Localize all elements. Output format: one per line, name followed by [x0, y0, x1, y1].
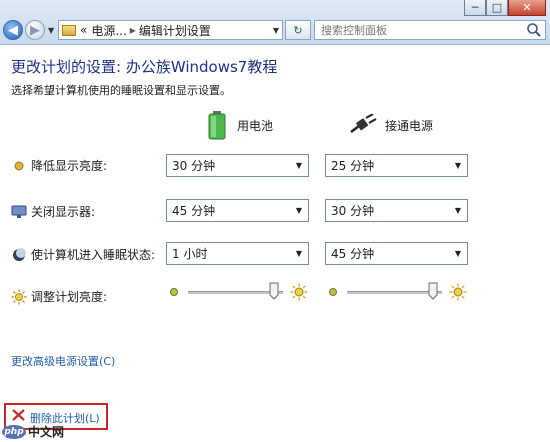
page-subtitle: 选择希望计算机使用的睡眠设置和显示设置。 — [11, 84, 231, 97]
dim-sun-icon — [329, 288, 337, 296]
address-bar[interactable]: « 电源... ▸ 编辑计划设置 ▼ — [58, 20, 283, 40]
dim-display-setting-label: 降低显示亮度: — [11, 157, 107, 174]
dim-display-label: 降低显示亮度: — [31, 159, 108, 173]
back-button[interactable]: ◀ — [3, 20, 23, 40]
delete-icon[interactable] — [11, 408, 27, 422]
dim-brightness-icon — [11, 158, 27, 174]
close-button[interactable]: ✕ — [508, 0, 546, 16]
battery-icon — [208, 111, 226, 140]
battery-column-header: 用电池 — [206, 110, 273, 140]
sleep-moon-icon — [11, 247, 27, 263]
chevron-down-icon: ▼ — [454, 249, 462, 258]
monitor-off-icon — [11, 204, 27, 220]
control-panel-icon — [62, 24, 76, 36]
turn-off-display-plugged-select[interactable]: 30 分钟 ▼ — [325, 199, 468, 222]
turn-off-display-battery-value: 45 分钟 — [172, 204, 216, 218]
advanced-power-settings-link[interactable]: 更改高级电源设置(C) — [11, 353, 115, 369]
breadcrumb-prefix[interactable]: « — [80, 23, 87, 37]
turn-off-display-battery-select[interactable]: 45 分钟 ▼ — [166, 199, 309, 222]
chevron-down-icon: ▼ — [295, 249, 303, 258]
plugged-brightness-slider[interactable] — [327, 282, 477, 302]
arrow-left-icon: ◀ — [8, 22, 18, 38]
sleep-battery-select[interactable]: 1 小时 ▼ — [166, 242, 309, 265]
chevron-down-icon: ▼ — [454, 161, 462, 170]
page-title: 更改计划的设置: 办公族Windows7教程 — [11, 58, 278, 76]
brightness-label: 调整计划亮度: — [31, 290, 108, 304]
search-box[interactable] — [314, 20, 546, 40]
search-icon[interactable] — [526, 22, 542, 38]
breadcrumb-separator[interactable]: ▸ — [130, 23, 136, 37]
dim-sun-icon — [170, 288, 178, 296]
refresh-button[interactable]: ↻ — [285, 20, 311, 40]
sleep-setting-label: 使计算机进入睡眠状态: — [11, 246, 155, 263]
navigation-bar: ─ □ ✕ ◀ ▶ ▼ « 电源... ▸ 编辑计划设置 ▼ ↻ — [0, 0, 550, 45]
bright-sun-icon — [290, 283, 308, 301]
battery-brightness-slider[interactable] — [168, 282, 318, 302]
dim-display-battery-value: 30 分钟 — [172, 159, 216, 173]
watermark: php 中文网 — [2, 423, 64, 440]
maximize-button[interactable]: □ — [486, 0, 508, 16]
plugged-column-label: 接通电源 — [385, 118, 434, 133]
turn-off-display-setting-label: 关闭显示器: — [11, 203, 95, 220]
sleep-plugged-select[interactable]: 45 分钟 ▼ — [325, 242, 468, 265]
watermark-text: 中文网 — [28, 425, 65, 439]
php-logo: php — [2, 424, 26, 439]
brightness-setting-label: 调整计划亮度: — [11, 288, 107, 305]
address-dropdown-icon[interactable]: ▼ — [273, 26, 279, 35]
battery-column-label: 用电池 — [237, 118, 274, 133]
breadcrumb-current[interactable]: 编辑计划设置 — [139, 22, 211, 39]
arrow-right-icon: ▶ — [30, 22, 40, 38]
sleep-plugged-value: 45 分钟 — [331, 247, 375, 261]
chevron-down-icon: ▼ — [454, 206, 462, 215]
turn-off-display-plugged-value: 30 分钟 — [331, 204, 375, 218]
sleep-label: 使计算机进入睡眠状态: — [31, 248, 156, 262]
sleep-battery-value: 1 小时 — [172, 247, 208, 261]
minimize-button[interactable]: ─ — [464, 0, 486, 16]
dim-display-plugged-value: 25 分钟 — [331, 159, 375, 173]
turn-off-display-label: 关闭显示器: — [31, 205, 96, 219]
dim-display-battery-select[interactable]: 30 分钟 ▼ — [166, 154, 309, 177]
forward-button[interactable]: ▶ — [25, 20, 45, 40]
sun-icon — [11, 289, 27, 305]
chevron-down-icon: ▼ — [295, 161, 303, 170]
window-controls: ─ □ ✕ — [464, 0, 546, 16]
slider-thumb[interactable] — [269, 282, 279, 300]
chevron-down-icon: ▼ — [295, 206, 303, 215]
recent-pages-dropdown[interactable]: ▼ — [48, 26, 54, 35]
dim-display-plugged-select[interactable]: 25 分钟 ▼ — [325, 154, 468, 177]
search-input[interactable] — [315, 22, 526, 38]
power-plug-icon — [350, 114, 377, 133]
plugged-column-header: 接通电源 — [349, 110, 433, 140]
refresh-icon: ↻ — [293, 23, 303, 37]
slider-thumb[interactable] — [428, 282, 438, 300]
bright-sun-icon — [449, 283, 467, 301]
breadcrumb-parent[interactable]: 电源... — [91, 22, 126, 39]
